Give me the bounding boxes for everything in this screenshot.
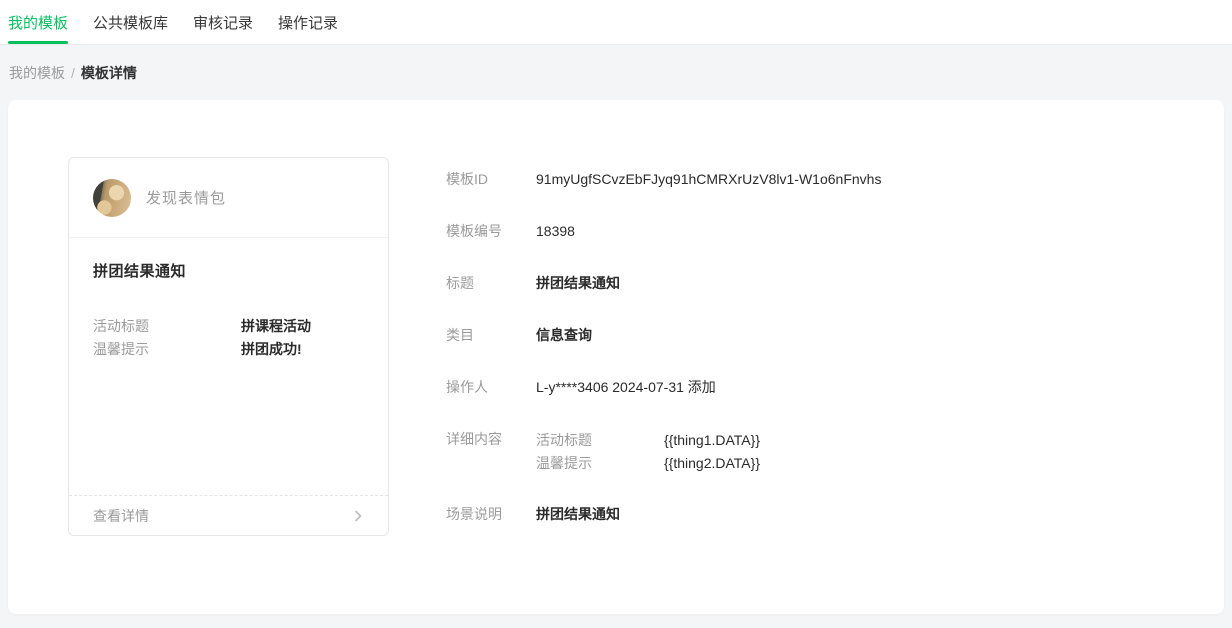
content-key: 温馨提示 [536, 452, 664, 475]
detail-label: 类目 [446, 325, 536, 345]
detail-row-category: 类目 信息查询 [446, 325, 1186, 345]
detail-label: 操作人 [446, 377, 536, 397]
title-value: 拼团结果通知 [536, 273, 620, 293]
breadcrumb-parent-link[interactable]: 我的模板 [9, 63, 65, 83]
breadcrumb-separator: / [71, 65, 75, 81]
category-value: 信息查询 [536, 325, 592, 345]
detail-label: 标题 [446, 273, 536, 293]
template-detail-panel: 发现表情包 拼团结果通知 活动标题 拼课程活动 温馨提示 拼团成功! 查看详情 [8, 100, 1224, 614]
content-kv-row: 活动标题 {{thing1.DATA}} [536, 429, 760, 452]
detail-row-template-id: 模板ID 91myUgfSCvzEbFJyq91hCMRXrUzV8lv1-W1… [446, 169, 1186, 189]
account-name: 发现表情包 [146, 187, 226, 208]
preview-card-body: 拼团结果通知 活动标题 拼课程活动 温馨提示 拼团成功! [69, 238, 388, 361]
preview-fields: 活动标题 拼课程活动 温馨提示 拼团成功! [93, 315, 364, 361]
template-preview-card: 发现表情包 拼团结果通知 活动标题 拼课程活动 温馨提示 拼团成功! 查看详情 [68, 157, 389, 536]
template-detail-fields: 模板ID 91myUgfSCvzEbFJyq91hCMRXrUzV8lv1-W1… [446, 169, 1186, 556]
tab-audit-records[interactable]: 审核记录 [193, 0, 253, 44]
operator-value: L-y****3406 2024-07-31 添加 [536, 377, 716, 397]
detail-row-template-number: 模板编号 18398 [446, 221, 1186, 241]
view-details-button[interactable]: 查看详情 [69, 495, 388, 535]
tab-public-template-library[interactable]: 公共模板库 [93, 0, 168, 44]
preview-field-row: 活动标题 拼课程活动 [93, 315, 364, 338]
breadcrumb-current: 模板详情 [81, 63, 137, 83]
detail-label: 模板ID [446, 169, 536, 189]
content-key: 活动标题 [536, 429, 664, 452]
breadcrumb: 我的模板 / 模板详情 [0, 45, 1232, 100]
view-details-label: 查看详情 [93, 506, 149, 526]
account-avatar [93, 179, 131, 217]
content-value: {{thing1.DATA}} [664, 429, 760, 452]
preview-title: 拼团结果通知 [93, 260, 364, 281]
preview-field-label: 活动标题 [93, 315, 241, 338]
content-kv-list: 活动标题 {{thing1.DATA}} 温馨提示 {{thing2.DATA}… [536, 429, 760, 475]
content-kv-row: 温馨提示 {{thing2.DATA}} [536, 452, 760, 475]
preview-field-value: 拼团成功! [241, 338, 302, 361]
detail-row-content: 详细内容 活动标题 {{thing1.DATA}} 温馨提示 {{thing2.… [446, 429, 1186, 475]
detail-row-operator: 操作人 L-y****3406 2024-07-31 添加 [446, 377, 1186, 397]
template-id-value: 91myUgfSCvzEbFJyq91hCMRXrUzV8lv1-W1o6nFn… [536, 169, 881, 189]
top-tab-bar: 我的模板 公共模板库 审核记录 操作记录 [0, 0, 1232, 45]
detail-row-title: 标题 拼团结果通知 [446, 273, 1186, 293]
detail-label: 场景说明 [446, 504, 536, 524]
chevron-right-icon [352, 510, 364, 522]
tab-my-templates[interactable]: 我的模板 [8, 0, 68, 44]
preview-field-row: 温馨提示 拼团成功! [93, 338, 364, 361]
preview-field-value: 拼课程活动 [241, 315, 311, 338]
template-number-value: 18398 [536, 221, 575, 241]
tab-operation-records[interactable]: 操作记录 [278, 0, 338, 44]
content-value: {{thing2.DATA}} [664, 452, 760, 475]
detail-label: 详细内容 [446, 429, 536, 475]
detail-label: 模板编号 [446, 221, 536, 241]
scene-value: 拼团结果通知 [536, 504, 620, 524]
preview-card-header: 发现表情包 [69, 158, 388, 238]
preview-field-label: 温馨提示 [93, 338, 241, 361]
detail-row-scene: 场景说明 拼团结果通知 [446, 504, 1186, 524]
